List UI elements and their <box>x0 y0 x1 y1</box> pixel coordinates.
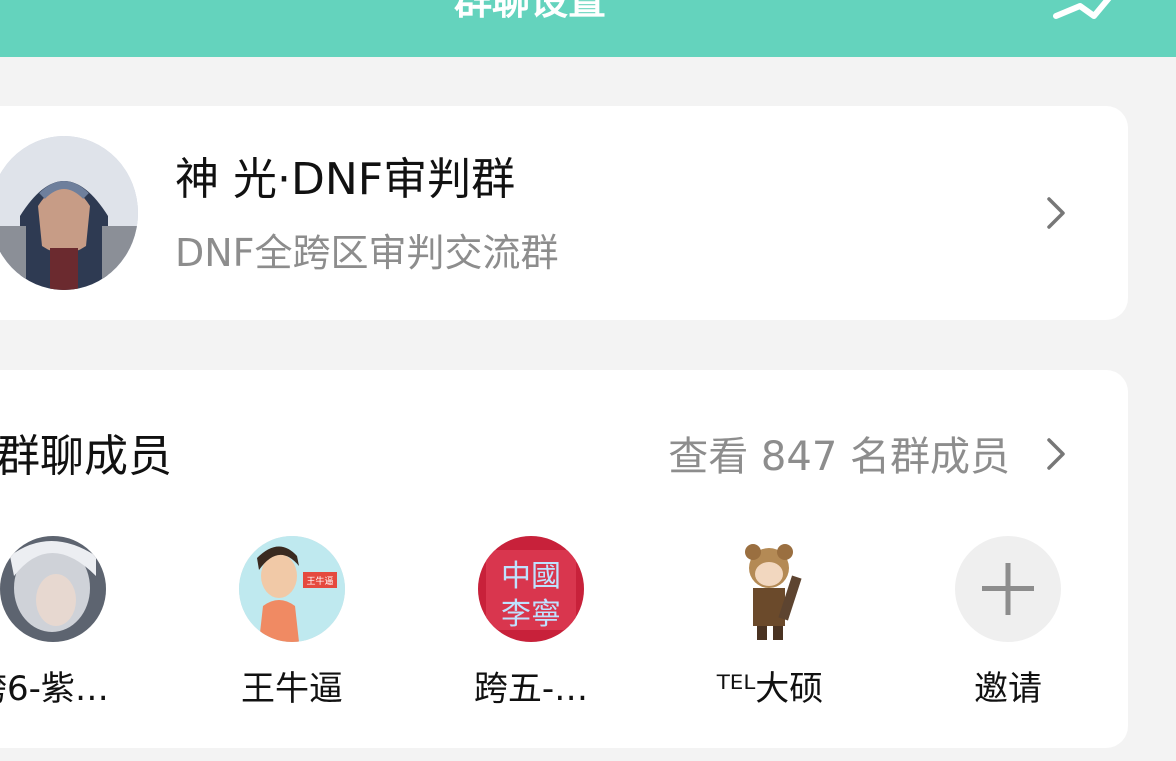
chevron-right-icon[interactable] <box>1046 437 1066 471</box>
chevron-right-icon <box>1047 197 1065 229</box>
invite-label: 邀请 <box>974 669 1042 709</box>
svg-text:中國: 中國 <box>501 559 561 594</box>
invite-member-button[interactable]: 邀请 <box>928 536 1088 712</box>
svg-text:李寧: 李寧 <box>501 597 561 632</box>
avatar <box>717 536 823 642</box>
view-all-members-link[interactable]: 查看 847 名群成员 <box>668 429 1010 485</box>
invite-avatar-circle[interactable] <box>955 536 1061 642</box>
member-item[interactable]: 跨6-紫… <box>0 536 133 712</box>
member-name: ᵀᴱᴸ大硕 <box>716 669 824 709</box>
share-icon[interactable] <box>1050 0 1120 22</box>
group-name: 神 光·DNF审判群 <box>175 154 516 205</box>
member-item[interactable]: ᵀᴱᴸ大硕 <box>690 536 850 712</box>
member-name: 王牛逼 <box>241 669 343 709</box>
members-section-title: 群聊成员 <box>0 431 172 482</box>
group-description: DNF全跨区审判交流群 <box>175 231 559 275</box>
avatar <box>0 536 106 642</box>
member-item[interactable]: 王牛逼 王牛逼 <box>212 536 372 712</box>
avatar: 王牛逼 <box>239 536 345 642</box>
svg-text:王牛逼: 王牛逼 <box>306 575 333 587</box>
page-title: 群聊设置 <box>453 0 606 23</box>
member-name: 跨五-… <box>473 669 589 709</box>
title-bar: 群聊设置 <box>0 0 1176 57</box>
group-info-card[interactable] <box>0 106 1128 320</box>
member-item[interactable]: 中國 李寧 跨五-… <box>451 536 611 712</box>
avatar: 中國 李寧 <box>478 536 584 642</box>
member-name: 跨6-紫… <box>0 669 109 709</box>
plus-icon <box>982 563 1034 615</box>
